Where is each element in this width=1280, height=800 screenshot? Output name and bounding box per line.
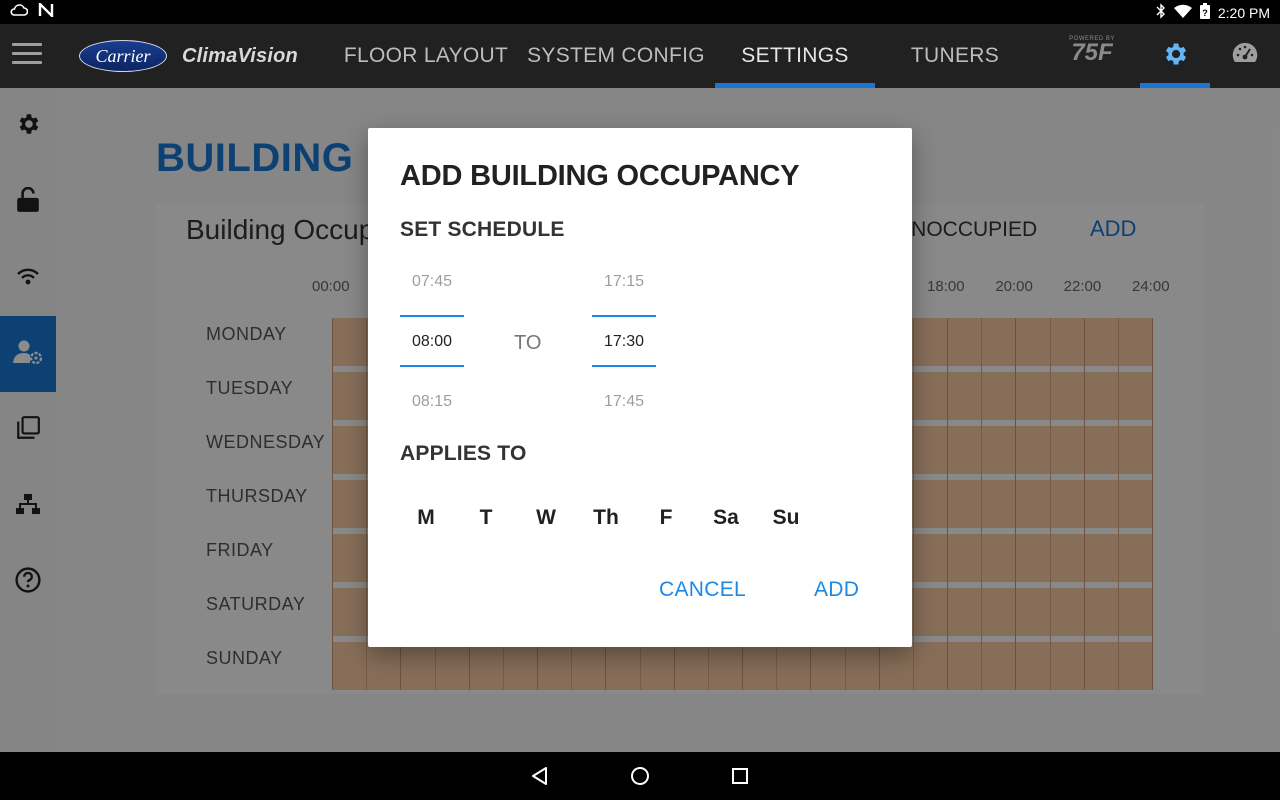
gear-icon <box>1161 40 1189 73</box>
carrier-logo: Carrier <box>79 40 167 72</box>
tab-tuners[interactable]: TUNERS <box>885 24 1025 88</box>
end-time-prev[interactable]: 17:15 <box>592 273 656 291</box>
end-time-next[interactable]: 17:45 <box>592 393 656 411</box>
start-time-selected[interactable]: 08:00 <box>400 333 464 351</box>
tab-settings[interactable]: SETTINGS <box>715 24 875 88</box>
cancel-button[interactable]: CANCEL <box>659 578 746 602</box>
system-nav-bar <box>0 752 1280 800</box>
day-toggle-wednesday[interactable]: W <box>526 506 566 530</box>
day-toggle-saturday[interactable]: Sa <box>706 506 746 530</box>
applies-to-label: APPLIES TO <box>400 442 527 465</box>
bluetooth-icon <box>1156 3 1166 22</box>
status-bar: ? 2:20 PM <box>0 0 1280 24</box>
wifi-icon <box>1173 4 1192 21</box>
picker-divider <box>592 315 656 317</box>
recents-icon[interactable] <box>728 764 752 788</box>
end-time-selected[interactable]: 17:30 <box>592 333 656 351</box>
start-time-next[interactable]: 08:15 <box>400 393 464 411</box>
menu-icon[interactable] <box>12 43 42 69</box>
start-time-picker[interactable]: 07:45 08:00 08:15 <box>400 128 464 428</box>
picker-divider <box>400 315 464 317</box>
tab-system-config[interactable]: SYSTEM CONFIG <box>524 24 708 88</box>
n-notification-icon <box>38 1 54 22</box>
day-toggle-sunday[interactable]: Su <box>766 506 806 530</box>
cloud-icon <box>10 3 29 22</box>
product-name: ClimaVision <box>182 45 298 67</box>
start-time-prev[interactable]: 07:45 <box>400 273 464 291</box>
back-icon[interactable] <box>528 764 552 788</box>
add-occupancy-dialog: ADD BUILDING OCCUPANCY SET SCHEDULE 07:4… <box>368 128 912 647</box>
home-icon[interactable] <box>628 764 652 788</box>
tab-floor-layout[interactable]: FLOOR LAYOUT <box>340 24 512 88</box>
dashboard-button[interactable] <box>1222 40 1268 72</box>
day-toggle-tuesday[interactable]: T <box>466 506 506 530</box>
picker-divider <box>400 365 464 367</box>
add-button[interactable]: ADD <box>814 578 859 602</box>
powered-by-75f-logo: POWERED BY 75F <box>1069 36 1115 66</box>
end-time-picker[interactable]: 17:15 17:30 17:45 <box>592 128 656 428</box>
settings-gear-button[interactable] <box>1140 24 1210 88</box>
top-app-bar: Carrier ClimaVision FLOOR LAYOUT SYSTEM … <box>0 24 1280 88</box>
day-toggle-friday[interactable]: F <box>646 506 686 530</box>
svg-text:?: ? <box>1202 8 1208 18</box>
day-toggle-thursday[interactable]: Th <box>586 506 626 530</box>
speedometer-icon <box>1231 41 1259 72</box>
picker-divider <box>592 365 656 367</box>
to-label: TO <box>514 332 542 354</box>
battery-icon: ? <box>1199 3 1210 22</box>
status-time: 2:20 PM <box>1217 4 1270 21</box>
day-toggle-monday[interactable]: M <box>406 506 446 530</box>
